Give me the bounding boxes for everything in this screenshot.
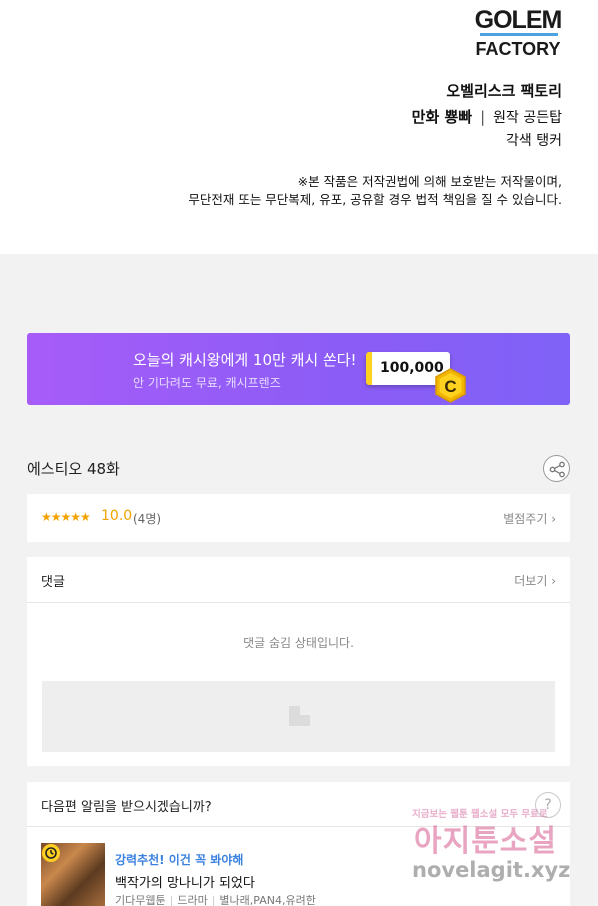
next-alert-divider bbox=[27, 826, 570, 827]
credits-section: GOLEM FACTORY 오벨리스크 팩토리 만화 뿅빠 | 원작 공든탑 각색 … bbox=[0, 0, 598, 254]
comments-hidden-message: 댓글 숨김 상태입니다. bbox=[243, 636, 354, 650]
wait-free-clock-icon bbox=[42, 844, 60, 862]
help-icon[interactable]: ? bbox=[535, 792, 561, 818]
share-icon bbox=[549, 461, 565, 478]
notice-line-2: 무단전재 또는 무단복제, 유포, 공유할 경우 법적 책임을 질 수 있습니다… bbox=[188, 192, 562, 207]
rating-stars: ★★★★★ bbox=[41, 510, 91, 524]
share-button[interactable] bbox=[543, 455, 570, 482]
cash-event-banner[interactable]: 오늘의 캐시왕에게 10만 캐시 쏜다! 안 기다려도 무료, 캐시프렌즈 10… bbox=[27, 333, 570, 405]
recommend-meta-authors: 별나래,PAN4,유려한 bbox=[219, 894, 316, 906]
recommend-meta-genre: 드라마 bbox=[177, 894, 208, 906]
svg-text:FACTORY: FACTORY bbox=[475, 39, 560, 59]
episode-title: 에스티오 48화 bbox=[27, 460, 120, 478]
cash-coin-icon: C bbox=[435, 368, 466, 403]
studio-credit: 오벨리스크 팩토리 bbox=[446, 82, 562, 100]
credit-separator: | bbox=[480, 108, 486, 126]
svg-text:C: C bbox=[444, 377, 456, 396]
next-episode-alert-card: 다음편 알림을 받으시겠습니까? ? 강력추천! 이건 꼭 봐야해 백작가의 망… bbox=[27, 782, 570, 906]
adaptation-credit: 각색 탱커 bbox=[506, 133, 562, 149]
banner-subtitle: 안 기다려도 무료, 캐시프렌즈 bbox=[133, 376, 281, 390]
comments-card: 댓글 더보기 › 댓글 숨김 상태입니다. bbox=[27, 557, 570, 766]
golem-factory-logo: GOLEM FACTORY bbox=[475, 6, 563, 59]
banner-title: 오늘의 캐시왕에게 10만 캐시 쏜다! bbox=[133, 351, 357, 369]
comments-more-link[interactable]: 더보기 › bbox=[514, 572, 556, 589]
ad-placeholder[interactable] bbox=[42, 681, 555, 752]
notice-line-1: ※본 작품은 저작권법에 의해 보호받는 저작물이며, bbox=[297, 174, 562, 189]
recommendation-thumbnail[interactable] bbox=[41, 843, 105, 906]
ad-placeholder-icon bbox=[289, 706, 310, 726]
rating-card: ★★★★★ 10.0 (4명) 별점주기 › bbox=[27, 494, 570, 542]
comments-header: 댓글 bbox=[41, 575, 65, 590]
original-credit: 원작 공든탑 bbox=[493, 110, 562, 126]
comments-divider bbox=[27, 602, 570, 603]
recommend-title[interactable]: 백작가의 망나니가 되었다 bbox=[115, 872, 255, 891]
recommend-label: 강력추천! 이건 꼭 봐야해 bbox=[115, 853, 244, 867]
svg-text:GOLEM: GOLEM bbox=[475, 6, 562, 34]
artist-credit-line: 만화 뿅빠 | 원작 공든탑 bbox=[412, 106, 562, 127]
rating-score: 10.0 bbox=[101, 508, 133, 524]
rate-button[interactable]: 별점주기 › bbox=[503, 510, 556, 527]
rating-count: (4명) bbox=[133, 512, 162, 526]
next-alert-question: 다음편 알림을 받으시겠습니까? bbox=[41, 800, 212, 815]
manhwa-credit: 만화 뿅빠 bbox=[411, 108, 473, 126]
recommend-meta-type: 기다무웹툰 bbox=[115, 894, 166, 906]
copyright-notice: ※본 작품은 저작권법에 의해 보호받는 저작물이며, 무단전재 또는 무단복제… bbox=[188, 173, 562, 209]
recommend-meta: 기다무웹툰 | 드라마 | 별나래,PAN4,유려한 bbox=[115, 894, 316, 906]
